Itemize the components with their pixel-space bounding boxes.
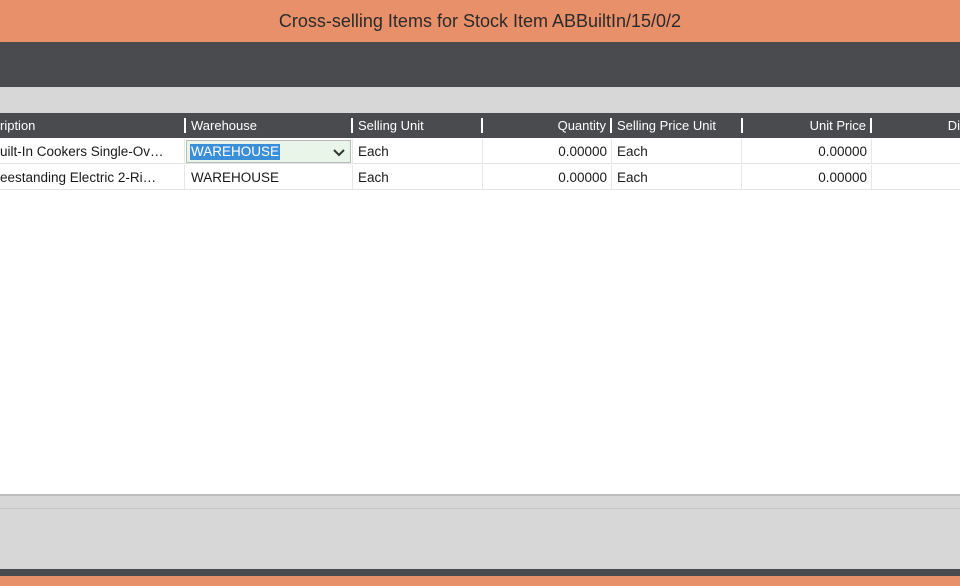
column-resize-handle[interactable] [184,118,186,133]
cell-divider [184,139,185,164]
cell-warehouse[interactable]: WAREHOUSE [191,165,346,190]
status-bar [0,569,960,576]
cell-divider [482,165,483,190]
column-resize-handle[interactable] [870,118,872,133]
column-header-discount[interactable]: Di [880,113,960,138]
cell-divider [741,165,742,190]
column-resize-handle[interactable] [741,118,743,133]
table-row[interactable]: uilt-In Cookers Single-Ov… WAREHOUSE Eac… [0,139,960,164]
warehouse-dropdown[interactable]: WAREHOUSE [186,140,351,163]
column-resize-handle[interactable] [610,118,612,133]
cell-divider [741,139,742,164]
window-title: Cross-selling Items for Stock Item ABBui… [278,10,682,31]
column-header-warehouse[interactable]: Warehouse [191,113,346,138]
warehouse-dropdown-value[interactable]: WAREHOUSE [190,144,281,160]
column-header-description[interactable]: ription [0,113,180,138]
grid-header: ription Warehouse Selling Unit Quantity … [0,113,960,138]
cell-divider [352,165,353,190]
cell-selling-price-unit[interactable]: Each [617,165,737,190]
cell-selling-price-unit[interactable]: Each [617,139,737,164]
cell-description[interactable]: uilt-In Cookers Single-Ov… [0,139,182,164]
cell-selling-unit[interactable]: Each [358,139,476,164]
title-bar: Cross-selling Items for Stock Item ABBui… [0,0,960,42]
column-resize-handle[interactable] [351,118,353,133]
column-header-unit-price[interactable]: Unit Price [746,113,866,138]
divider [0,508,960,509]
cell-divider [352,139,353,164]
cell-selling-unit[interactable]: Each [358,165,476,190]
cell-quantity[interactable]: 0.00000 [486,139,607,164]
cell-divider [611,139,612,164]
chevron-down-icon[interactable] [332,145,346,159]
cell-divider [482,139,483,164]
cell-unit-price[interactable]: 0.00000 [746,139,867,164]
cell-quantity[interactable]: 0.00000 [486,165,607,190]
cell-divider [184,165,185,190]
window-bottom-border [0,576,960,586]
cell-divider [871,139,872,164]
button-panel [0,496,960,569]
grid-top-strip [0,87,960,113]
toolbar [0,42,960,87]
cell-divider [611,165,612,190]
cell-description[interactable]: eestanding Electric 2-Ri… [0,165,182,190]
cross-selling-grid[interactable]: ription Warehouse Selling Unit Quantity … [0,113,960,494]
column-resize-handle[interactable] [481,118,483,133]
table-row[interactable]: eestanding Electric 2-Ri… WAREHOUSE Each… [0,165,960,190]
cell-unit-price[interactable]: 0.00000 [746,165,867,190]
cell-divider [871,165,872,190]
column-header-selling-price-unit[interactable]: Selling Price Unit [617,113,737,138]
column-header-quantity[interactable]: Quantity [486,113,606,138]
column-header-selling-unit[interactable]: Selling Unit [358,113,476,138]
